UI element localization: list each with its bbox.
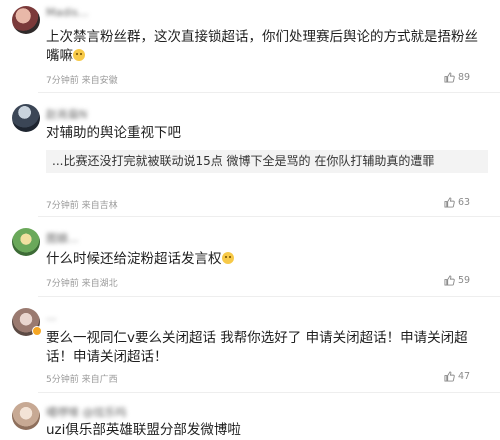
comment-text: uzi俱乐部英雄联盟分部发微博啦	[46, 422, 241, 438]
comment-time: 7分钟前	[46, 279, 79, 289]
comment-location: 来自湖北	[81, 279, 118, 289]
comment-location: 来自安徽	[81, 76, 118, 86]
avatar[interactable]	[12, 6, 40, 34]
like-button[interactable]: 47	[444, 371, 470, 382]
like-count: 89	[458, 72, 471, 83]
divider	[38, 392, 500, 393]
thumbs-up-icon	[444, 72, 455, 83]
comment-text-body: 上次禁言粉丝群，这次直接锁超话，你们处理赛后舆论的方式就是捂粉丝嘴嘛	[46, 29, 478, 64]
like-button[interactable]: 59	[444, 275, 470, 286]
username[interactable]: 噶啰嗦 @炫乐吗	[46, 404, 127, 420]
comment-meta: 7分钟前 来自吉林	[46, 198, 118, 211]
comment-text: 要么一视同仁v要么关闭超话 我帮你选好了 申请关闭超话！申请关闭超话！申请关闭超…	[46, 330, 468, 365]
thumbs-up-icon	[444, 197, 455, 208]
username[interactable]: Madis...	[46, 6, 89, 19]
comment-time: 7分钟前	[46, 76, 79, 86]
username[interactable]: 图娘...	[46, 230, 79, 246]
quoted-reply[interactable]: ...比赛还没打完就被联动说15点 微博下全是骂的 在你队打辅助真的遭罪	[46, 150, 488, 173]
comment-feed: Madis... 上次禁言粉丝群，这次直接锁超话，你们处理赛后舆论的方式就是捂粉…	[0, 0, 500, 440]
like-button[interactable]: 63	[444, 197, 470, 208]
like-count: 63	[458, 197, 471, 208]
username-text: 赵肖燊N	[46, 108, 88, 121]
verified-badge-icon	[32, 326, 42, 336]
tongue-emoji-icon	[221, 252, 234, 264]
comment-meta: 7分钟前 来自安徽	[46, 73, 118, 86]
like-count: 47	[458, 371, 471, 382]
username[interactable]: 赵肖燊N	[46, 106, 87, 122]
comment-text: 上次禁言粉丝群，这次直接锁超话，你们处理赛后舆论的方式就是捂粉丝嘴嘛	[46, 28, 491, 66]
comment-location: 来自广西	[81, 375, 118, 385]
comment-text-body: 什么时候还给淀粉超话发言权	[46, 251, 222, 267]
thumbs-up-icon	[444, 275, 455, 286]
thumbs-up-icon	[444, 371, 455, 382]
divider	[38, 216, 500, 217]
comment-time: 7分钟前	[46, 201, 79, 211]
comment-meta: 5分钟前 来自广西	[46, 372, 118, 385]
smile-emoji-icon	[73, 49, 85, 61]
comment-text: 什么时候还给淀粉超话发言权	[46, 250, 491, 269]
avatar[interactable]	[12, 228, 40, 256]
divider	[38, 92, 500, 93]
comment-location: 来自吉林	[81, 201, 118, 211]
like-count: 59	[458, 275, 471, 286]
comment-time: 5分钟前	[46, 375, 79, 385]
divider	[38, 296, 500, 297]
comment-text: 对辅助的舆论重视下吧	[46, 125, 181, 141]
avatar[interactable]	[12, 104, 40, 132]
avatar[interactable]	[12, 402, 40, 430]
comment-meta: 7分钟前 来自湖北	[46, 276, 118, 289]
username[interactable]: ...	[46, 310, 57, 323]
like-button[interactable]: 89	[444, 72, 470, 83]
